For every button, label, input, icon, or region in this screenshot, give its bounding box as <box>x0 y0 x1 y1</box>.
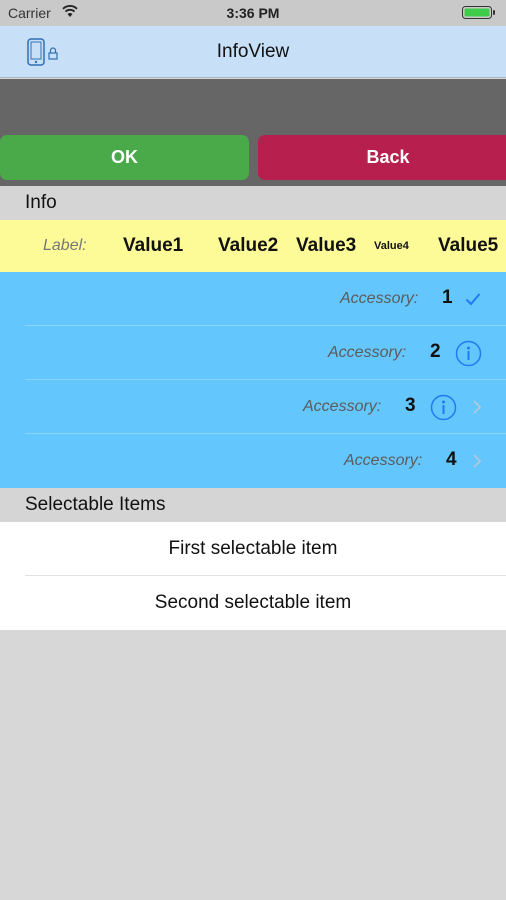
battery-icon <box>462 6 495 19</box>
row-label: Label: <box>43 237 87 254</box>
accessory-number: 4 <box>446 449 457 470</box>
accessory-label: Accessory: <box>340 290 419 307</box>
info-icon[interactable] <box>430 394 457 421</box>
info-icon[interactable] <box>455 340 482 367</box>
value-3: Value3 <box>296 235 357 256</box>
accessory-row-2[interactable]: Accessory: 2 <box>0 326 506 380</box>
selectable-item-label: First selectable item <box>168 538 338 559</box>
value-5: Value5 <box>438 235 499 256</box>
nav-title: InfoView <box>216 41 290 62</box>
value-4: Value4 <box>374 240 409 252</box>
clock-time: 3:36 PM <box>226 5 280 21</box>
selectable-list: First selectable item Second selectable … <box>0 522 506 630</box>
accessory-number: 1 <box>442 287 453 308</box>
accessory-row-4[interactable]: Accessory: 4 <box>0 434 506 488</box>
chevron-right-icon <box>473 454 482 468</box>
ok-button[interactable]: OK <box>0 135 249 180</box>
accessory-row-1[interactable]: Accessory: 1 <box>0 272 506 326</box>
accessory-label: Accessory: <box>344 452 423 469</box>
value-1: Value1 <box>123 235 184 256</box>
section-header-info: Info <box>0 186 506 220</box>
selectable-item-first[interactable]: First selectable item <box>0 522 506 576</box>
selectable-item-second[interactable]: Second selectable item <box>0 576 506 630</box>
chevron-right-icon <box>473 400 482 414</box>
label-values-row: Label: Value1 Value2 Value3 Value4 Value… <box>0 220 506 272</box>
status-bar: Carrier 3:36 PM <box>0 0 506 26</box>
value-2: Value2 <box>218 235 279 256</box>
accessory-number: 3 <box>405 395 416 416</box>
accessory-row-3[interactable]: Accessory: 3 <box>0 380 506 434</box>
accessory-list: Accessory: 1 Accessory: 2 Accessory: 3 A… <box>0 272 506 488</box>
selectable-item-label: Second selectable item <box>154 592 352 613</box>
checkmark-icon <box>465 293 481 306</box>
accessory-label: Accessory: <box>303 398 382 415</box>
accessory-label: Accessory: <box>328 344 407 361</box>
back-button[interactable]: Back <box>258 135 506 180</box>
section-header-selectable-items: Selectable Items <box>0 488 506 522</box>
navigation-bar: InfoView <box>0 26 506 78</box>
accessory-number: 2 <box>430 341 441 362</box>
